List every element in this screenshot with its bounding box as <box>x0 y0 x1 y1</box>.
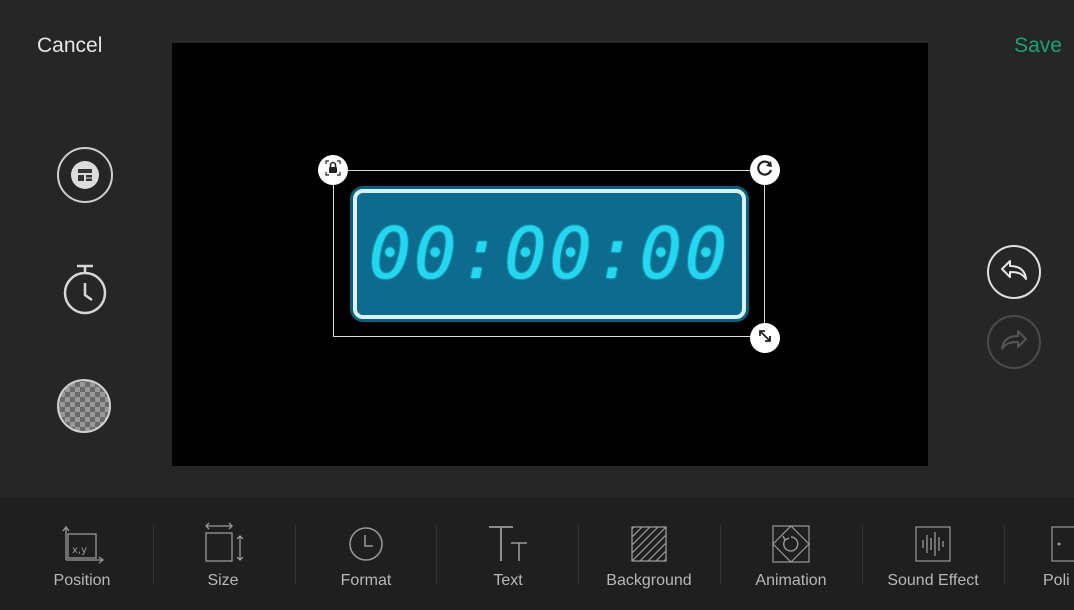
position-icon-text: x,y <box>72 545 87 556</box>
tool-position[interactable]: x,y Position <box>17 497 147 610</box>
tool-label: Animation <box>755 572 827 589</box>
divider <box>436 525 437 585</box>
size-icon <box>199 522 247 566</box>
timer-editor: Cancel Save 00:00:00 x,y Position Size F… <box>0 0 1074 610</box>
redo-icon <box>999 328 1029 357</box>
divider <box>1004 525 1005 585</box>
tool-size[interactable]: Size <box>158 497 288 610</box>
rotate-handle[interactable] <box>750 155 780 185</box>
tool-label: Sound Effect <box>887 572 979 589</box>
policy-icon <box>1049 522 1074 566</box>
stopwatch-icon <box>59 262 111 318</box>
tool-label: Position <box>53 572 111 589</box>
animation-icon <box>770 522 812 566</box>
undo-button[interactable] <box>987 245 1041 299</box>
layout-icon <box>70 160 100 190</box>
divider <box>578 525 579 585</box>
rotate-icon <box>755 158 775 183</box>
timer-display: 00:00:00 <box>368 213 731 295</box>
tool-label: Text <box>493 572 523 589</box>
timer-widget[interactable]: 00:00:00 <box>353 189 746 319</box>
undo-icon <box>999 258 1029 287</box>
layout-button[interactable] <box>57 147 113 203</box>
clock-icon <box>346 522 386 566</box>
tool-sound-effect[interactable]: Sound Effect <box>868 497 998 610</box>
background-icon <box>629 522 669 566</box>
transparency-icon <box>55 377 113 435</box>
resize-icon <box>756 327 774 350</box>
tool-label: Background <box>606 572 692 589</box>
cancel-button[interactable]: Cancel <box>37 34 102 58</box>
save-button[interactable]: Save <box>1014 34 1062 58</box>
sound-effect-icon <box>913 522 953 566</box>
divider <box>153 525 154 585</box>
divider <box>295 525 296 585</box>
resize-handle[interactable] <box>750 323 780 353</box>
tool-animation[interactable]: Animation <box>726 497 856 610</box>
tool-policy[interactable]: Poli <box>1009 497 1074 610</box>
tool-label: Format <box>340 572 392 589</box>
lock-handle[interactable] <box>318 155 348 185</box>
tool-text[interactable]: Text <box>443 497 573 610</box>
bottom-toolbar: x,y Position Size Format Text Background… <box>0 497 1074 610</box>
redo-button[interactable] <box>987 315 1041 369</box>
stopwatch-button[interactable] <box>57 262 113 318</box>
position-icon: x,y <box>58 522 106 566</box>
tool-background[interactable]: Background <box>584 497 714 610</box>
divider <box>862 525 863 585</box>
transparency-button[interactable] <box>56 378 112 434</box>
tool-label: Poli <box>1043 572 1070 589</box>
text-icon <box>485 522 531 566</box>
divider <box>720 525 721 585</box>
tool-label: Size <box>207 572 239 589</box>
tool-format[interactable]: Format <box>301 497 431 610</box>
lock-icon <box>324 159 342 182</box>
